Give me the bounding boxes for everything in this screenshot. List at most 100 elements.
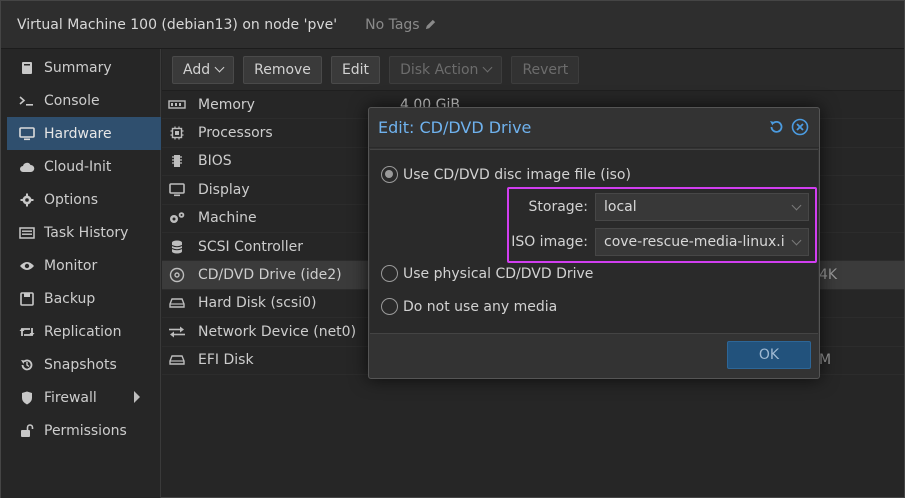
tags-editor[interactable]: No Tags [365,17,436,33]
gear-icon [18,192,36,208]
edit-cd-dvd-dialog: Edit: CD/DVD Drive Use CD/DVD disc image… [368,107,820,379]
dialog-footer: OK [369,333,819,378]
floppy-icon [18,291,36,307]
cpu-icon [166,125,188,141]
book-icon [18,60,36,76]
sidebar-item-monitor[interactable]: Monitor [1,249,160,282]
sidebar-item-options[interactable]: Options [1,183,160,216]
sidebar-item-replication[interactable]: Replication [1,315,160,348]
dialog-body: Use CD/DVD disc image file (iso) Storage… [370,149,818,334]
revert-button-label: Revert [522,61,569,78]
memory-icon [166,97,188,113]
sidebar-item-task-history[interactable]: Task History [1,216,160,249]
edit-button-label: Edit [341,61,370,78]
row-label: BIOS [198,153,232,170]
radio-label: Use physical CD/DVD Drive [403,265,594,282]
sidebar-item-label: Console [44,92,100,109]
cloud-icon [18,159,36,175]
row-label: Machine [198,210,257,227]
chevron-down-icon [482,62,493,73]
sidebar-item-label: Cloud-Init [44,158,112,175]
app-window: Virtual Machine 100 (debian13) on node '… [0,0,905,498]
sidebar-item-label: Snapshots [44,356,117,373]
unlock-icon [18,423,36,439]
exchange-icon [166,324,188,340]
radio-label: Use CD/DVD disc image file (iso) [403,166,631,183]
sidebar-item-label: Task History [44,224,129,241]
row-label: Display [198,181,250,198]
microchip-icon [166,153,188,169]
storage-value: local [604,199,637,215]
disk-action-label: Disk Action [400,61,479,78]
hdd-icon [166,295,188,311]
terminal-icon [18,93,36,109]
monitor-icon [18,126,36,142]
sidebar-item-console[interactable]: Console [1,84,160,117]
radio-no-media[interactable]: Do not use any media [381,298,557,315]
eye-icon [18,258,36,274]
ok-button[interactable]: OK [727,341,811,369]
iso-image-select[interactable]: cove-rescue-media-linux.iso [595,228,809,256]
radio-use-physical[interactable]: Use physical CD/DVD Drive [381,265,593,282]
dialog-title: Edit: CD/DVD Drive [378,118,532,137]
chevron-down-icon[interactable] [784,194,808,220]
database-icon [166,239,188,255]
list-icon [18,225,36,241]
radio-button[interactable] [381,265,398,282]
hdd-icon [166,352,188,368]
row-label: SCSI Controller [198,238,303,255]
ok-button-label: OK [758,347,780,363]
sidebar-item-cloud-init[interactable]: Cloud-Init [1,150,160,183]
pencil-icon[interactable] [424,18,437,31]
revert-button[interactable]: Revert [511,55,580,84]
row-label: Processors [198,125,273,142]
radio-button-checked[interactable] [381,166,398,183]
sidebar: Summary Console Hardware Cloud-Init Opti… [1,49,161,498]
sidebar-item-label: Options [44,191,99,208]
sidebar-item-summary[interactable]: Summary [1,51,160,84]
page-title: Virtual Machine 100 (debian13) on node '… [17,16,338,33]
storage-label: Storage: [528,199,589,215]
reset-icon[interactable] [767,118,785,136]
close-icon[interactable] [791,118,809,136]
sidebar-item-firewall[interactable]: Firewall [1,381,160,414]
row-label: CD/DVD Drive (ide2) [198,267,342,284]
sidebar-item-label: Firewall [44,389,97,406]
shield-icon [18,390,36,406]
chevron-down-icon [214,62,225,73]
iso-image-value: cove-rescue-media-linux.iso [604,234,801,250]
page-header: Virtual Machine 100 (debian13) on node '… [1,1,904,49]
row-value: 4K [819,267,838,284]
expand-arrow-icon[interactable] [134,391,140,403]
retweet-icon [18,324,36,340]
dialog-tools [767,118,809,136]
sidebar-item-label: Permissions [44,422,127,439]
history-icon [18,357,36,373]
row-label: Memory [198,96,255,113]
sidebar-item-permissions[interactable]: Permissions [1,414,160,447]
row-label: Network Device (net0) [198,323,357,340]
desktop-icon [166,182,188,198]
add-button-label: Add [183,61,211,78]
remove-button-label: Remove [254,61,311,78]
sidebar-item-label: Summary [44,59,112,76]
tags-label: No Tags [365,16,420,33]
cogs-icon [166,210,188,226]
chevron-down-icon[interactable] [784,229,808,255]
radio-button[interactable] [381,298,398,315]
storage-select[interactable]: local [595,193,809,221]
sidebar-item-snapshots[interactable]: Snapshots [1,348,160,381]
add-button[interactable]: Add [172,55,235,84]
radio-label: Do not use any media [403,298,558,315]
hardware-toolbar: Add Remove Edit Disk Action Revert [162,49,904,91]
edit-button[interactable]: Edit [330,55,381,84]
remove-button[interactable]: Remove [243,55,322,84]
row-label: EFI Disk [198,352,254,369]
disk-action-button[interactable]: Disk Action [389,55,503,84]
sidebar-item-label: Hardware [44,125,112,142]
sidebar-item-hardware[interactable]: Hardware [7,117,161,150]
row-value: M [819,352,832,369]
sidebar-item-backup[interactable]: Backup [1,282,160,315]
radio-use-iso[interactable]: Use CD/DVD disc image file (iso) [381,166,631,183]
sidebar-item-label: Backup [44,290,96,307]
